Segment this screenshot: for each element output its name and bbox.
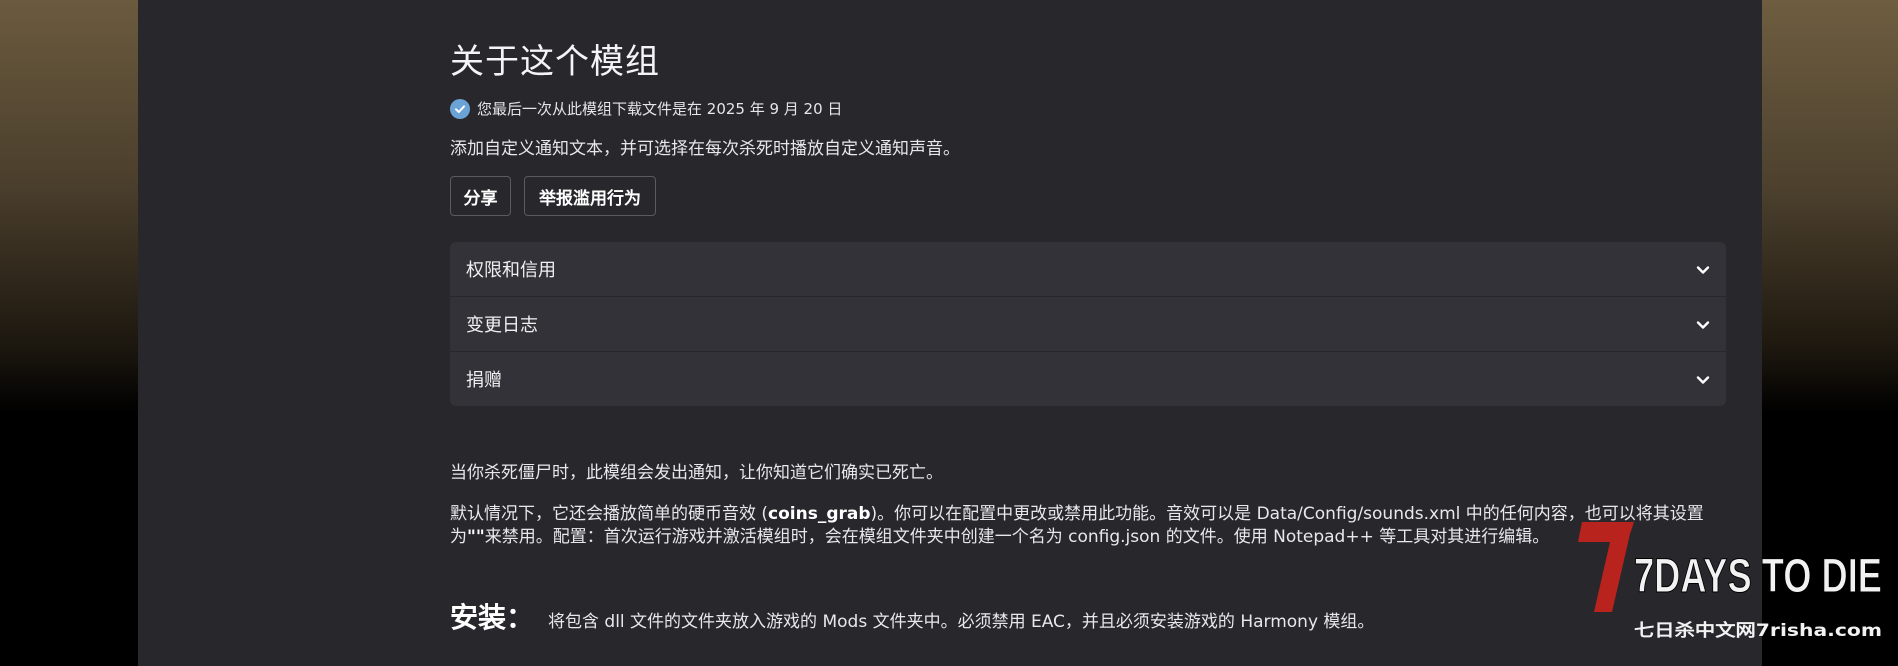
report-abuse-button[interactable]: 举报滥用行为: [524, 176, 656, 216]
install-label: 安装：: [450, 601, 535, 634]
accordion-label: 权限和信用: [466, 260, 556, 281]
accordion-permissions[interactable]: 权限和信用: [450, 242, 1726, 296]
download-status: 您最后一次从此模组下载文件是在 2025 年 9 月 20 日: [450, 98, 842, 119]
accordion-changelog[interactable]: 变更日志: [450, 297, 1726, 351]
mod-summary: 添加自定义通知文本，并可选择在每次杀死时播放自定义通知声音。: [450, 139, 960, 159]
accordion: 权限和信用 变更日志 捐赠: [450, 242, 1726, 406]
sound-code: coins_grab: [768, 504, 871, 524]
chevron-down-icon: [1696, 259, 1710, 280]
accordion-label: 变更日志: [466, 315, 538, 336]
download-status-text: 您最后一次从此模组下载文件是在 2025 年 9 月 20 日: [477, 100, 843, 118]
description-text: 默认情况下，它还会播放简单的硬币音效 (: [450, 504, 769, 524]
check-circle-icon: [450, 98, 470, 119]
install-section: 安装： 将包含 dll 文件的文件夹放入游戏的 Mods 文件夹中。必须禁用 E…: [450, 596, 1374, 636]
accordion-donations[interactable]: 捐赠: [450, 352, 1726, 406]
mod-about-panel: 关于这个模组 您最后一次从此模组下载文件是在 2025 年 9 月 20 日 添…: [138, 0, 1762, 666]
page-title: 关于这个模组: [450, 42, 660, 82]
share-button[interactable]: 分享: [450, 176, 511, 216]
logo-seven-shape: [1578, 522, 1634, 612]
description-text: 来禁用。配置：首次运行游戏并激活模组时，会在模组文件夹中创建一个名为 confi…: [484, 527, 1550, 547]
install-text: 将包含 dll 文件的文件夹放入游戏的 Mods 文件夹中。必须禁用 EAC，并…: [548, 612, 1375, 632]
background-art-left: [0, 0, 138, 666]
logo-text: 7DAYS TO DIE: [1634, 550, 1882, 603]
accordion-label: 捐赠: [466, 370, 502, 391]
game-logo-watermark: 7DAYS TO DIE 七日杀中文网7risha.com: [1578, 522, 1883, 641]
chevron-down-icon: [1696, 314, 1710, 335]
empty-quote: "": [467, 527, 485, 547]
chevron-down-icon: [1696, 369, 1710, 390]
logo-site-text: 七日杀中文网7risha.com: [1634, 620, 1882, 641]
description-paragraph-1: 当你杀死僵尸时，此模组会发出通知，让你知道它们确实已死亡。: [450, 463, 943, 483]
description-paragraph-2: 默认情况下，它还会播放简单的硬币音效 (coins_grab)。你可以在配置中更…: [450, 503, 1720, 549]
